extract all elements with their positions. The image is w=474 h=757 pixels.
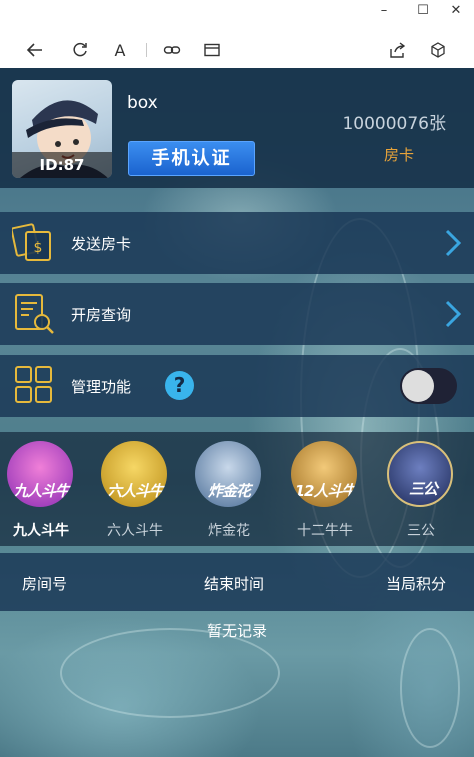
menu-row-room-query[interactable]: 开房查询 <box>0 283 474 345</box>
zhajinhua-icon: 炸金花 <box>195 441 261 507</box>
link-icon[interactable] <box>161 39 183 61</box>
game-tabs: 九人斗牛 九人斗牛 六人斗牛 六人斗牛 炸金花 炸金花 12人斗牛 十二牛牛 三… <box>0 432 474 546</box>
username: box <box>127 93 158 113</box>
share-icon[interactable] <box>386 39 408 61</box>
menu-label-send-card: 发送房卡 <box>71 235 132 253</box>
app-screen: ID:87 box 手机认证 10000076张 房卡 $ 发送房卡 开房查询 <box>0 68 474 757</box>
profile-header: ID:87 box 手机认证 10000076张 房卡 <box>0 68 474 188</box>
user-id-badge: ID:87 <box>12 152 112 178</box>
nine-niuniu-icon: 九人斗牛 <box>7 441 73 507</box>
chevron-right-icon <box>445 229 462 257</box>
game-tab-nine-niuniu[interactable]: 九人斗牛 九人斗牛 <box>3 438 79 544</box>
refresh-icon[interactable] <box>69 39 91 61</box>
column-header-end-time: 结束时间 <box>204 575 265 593</box>
game-icon-title: 六人斗牛 <box>106 482 164 500</box>
card-icon[interactable] <box>201 39 223 61</box>
avatar[interactable]: ID:87 <box>12 80 112 178</box>
game-icon-title: 九人斗牛 <box>12 482 70 500</box>
close-button[interactable]: ✕ <box>446 2 466 20</box>
game-tab-twelve-niuniu[interactable]: 12人斗牛 十二牛牛 <box>287 438 363 544</box>
toolbar: A <box>0 30 474 68</box>
column-header-round-score: 当局积分 <box>386 575 447 593</box>
toolbar-divider <box>146 43 147 57</box>
cube-icon[interactable] <box>427 39 449 61</box>
toggle-knob <box>402 370 434 402</box>
phone-verify-button[interactable]: 手机认证 <box>128 141 255 176</box>
background-swirl <box>400 628 460 748</box>
background-swirl <box>60 628 280 718</box>
money-cards-icon: $ <box>12 223 51 261</box>
menu-row-send-card[interactable]: $ 发送房卡 <box>0 212 474 274</box>
game-label: 九人斗牛 <box>13 523 69 539</box>
game-label: 十二牛牛 <box>297 523 353 539</box>
maximize-button[interactable]: ☐ <box>413 2 433 20</box>
game-tab-sangong[interactable]: 三公 三公 <box>383 438 459 544</box>
minimize-button[interactable]: – <box>374 2 394 20</box>
room-card-count: 10000076张 <box>342 114 446 134</box>
game-label: 炸金花 <box>208 523 250 539</box>
grid-apps-icon <box>15 366 52 403</box>
six-niuniu-icon: 六人斗牛 <box>101 441 167 507</box>
manage-toggle[interactable] <box>400 368 457 404</box>
menu-label-manage: 管理功能 <box>71 378 132 396</box>
back-arrow-icon[interactable] <box>24 39 46 61</box>
help-icon[interactable]: ? <box>165 371 194 400</box>
sangong-icon: 三公 <box>387 441 453 507</box>
room-card-label: 房卡 <box>383 146 414 164</box>
game-icon-title: 三公 <box>408 480 438 498</box>
chevron-right-icon <box>445 300 462 328</box>
game-icon-title: 炸金花 <box>207 482 251 500</box>
empty-records-message: 暂无记录 <box>206 622 267 640</box>
game-tab-zhajinhua[interactable]: 炸金花 炸金花 <box>191 438 267 544</box>
column-header-room-number: 房间号 <box>22 575 68 593</box>
game-label: 三公 <box>407 523 435 539</box>
records-table-header: 房间号 结束时间 当局积分 <box>0 553 474 611</box>
game-icon-title: 12人斗牛 <box>294 482 357 500</box>
svg-text:$: $ <box>34 240 43 256</box>
menu-row-manage: 管理功能 ? <box>0 355 474 417</box>
game-tab-six-niuniu[interactable]: 六人斗牛 六人斗牛 <box>97 438 173 544</box>
window-title-bar: – ☐ ✕ <box>0 0 474 24</box>
menu-label-room-query: 开房查询 <box>71 306 132 324</box>
game-label: 六人斗牛 <box>107 523 163 539</box>
document-search-icon <box>15 294 54 334</box>
font-size-icon[interactable]: A <box>109 39 131 61</box>
twelve-niuniu-icon: 12人斗牛 <box>291 441 357 507</box>
